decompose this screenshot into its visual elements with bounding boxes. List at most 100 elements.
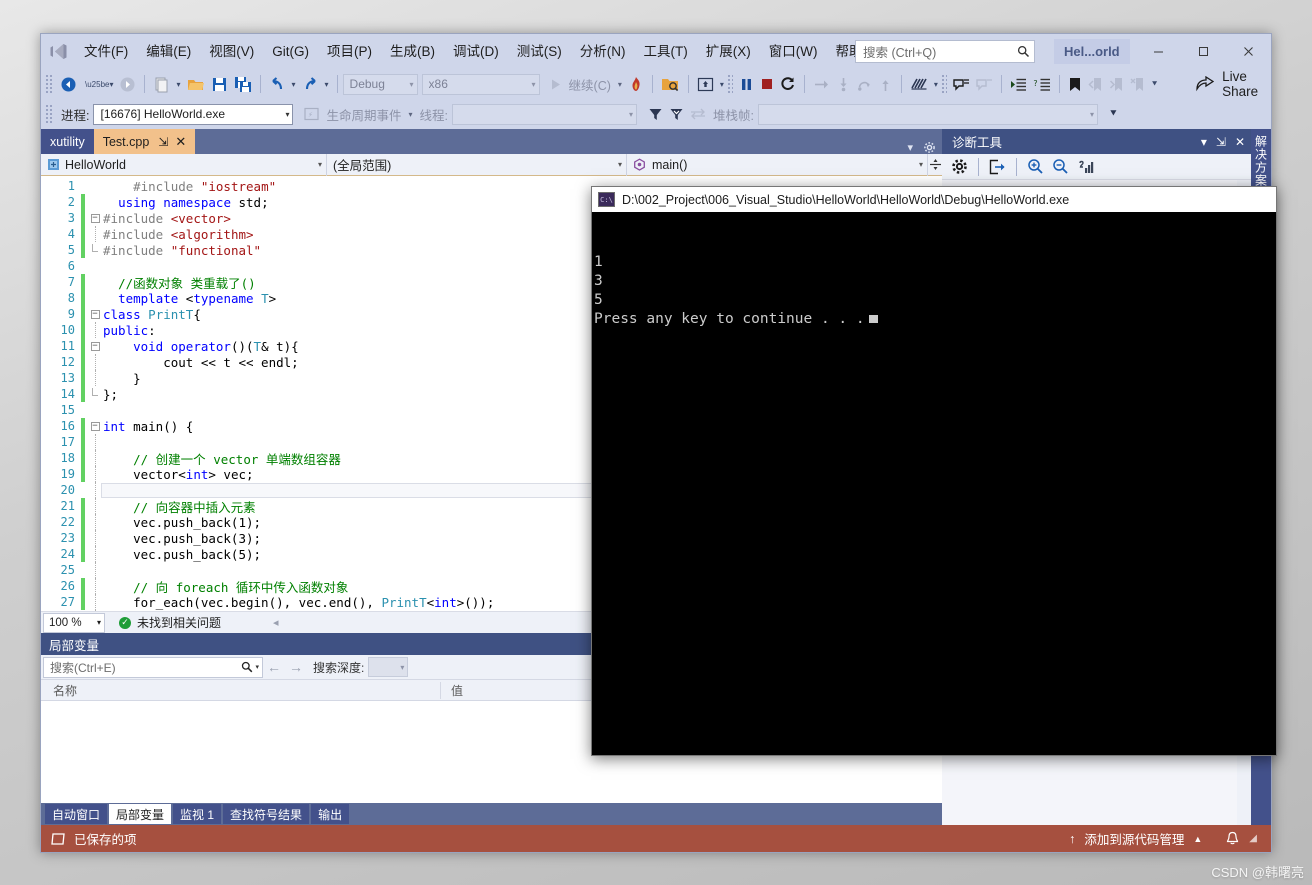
pin-icon[interactable]: ⇲ — [158, 135, 168, 149]
gear-icon[interactable] — [948, 155, 971, 179]
comment-selection-icon[interactable] — [950, 72, 973, 96]
bottom-tab-autos[interactable]: 自动窗口 — [45, 804, 107, 824]
navigate-forward-icon[interactable] — [116, 72, 139, 96]
chevron-down-icon[interactable]: ▾ — [1201, 135, 1207, 149]
pin-icon[interactable]: ⇲ — [1216, 135, 1226, 149]
menu-item-test[interactable]: 测试(S) — [508, 34, 571, 69]
menu-item-build[interactable]: 生成(B) — [381, 34, 444, 69]
fold-marker[interactable]: − — [89, 342, 101, 351]
bottom-tab-output[interactable]: 输出 — [311, 804, 349, 824]
menu-item-tools[interactable]: 工具(T) — [635, 34, 697, 69]
lifecycle-events-label[interactable]: 生命周期事件 — [322, 105, 405, 124]
zoom-in-icon[interactable] — [1024, 155, 1047, 179]
debug-toolbar-grip[interactable] — [45, 104, 54, 124]
navigate-back-icon[interactable] — [57, 72, 80, 96]
scope-combo[interactable]: (全局范围) ▾ — [327, 154, 627, 176]
save-icon[interactable] — [208, 72, 231, 96]
open-folder-icon[interactable] — [184, 72, 208, 96]
zoom-out-icon[interactable] — [1049, 155, 1072, 179]
minimize-button[interactable] — [1136, 34, 1181, 69]
flag-icon[interactable] — [645, 102, 666, 126]
undo-icon[interactable] — [266, 72, 289, 96]
navigate-back-dropdown[interactable]: \u25be▾ — [80, 72, 116, 96]
live-share-icon[interactable] — [1193, 72, 1217, 96]
menu-item-file[interactable]: 文件(F) — [75, 34, 137, 69]
chevron-down-icon[interactable]: ▾ — [255, 663, 259, 671]
export-icon[interactable] — [986, 155, 1009, 179]
menu-item-extensions[interactable]: 扩展(X) — [697, 34, 760, 69]
fold-marker[interactable]: − — [89, 214, 101, 223]
process-combo[interactable]: [16676] HelloWorld.exe ▾ — [93, 104, 293, 125]
chart-icon[interactable] — [1074, 155, 1097, 179]
diagnostics-icon[interactable] — [907, 72, 931, 96]
continue-label[interactable]: 继续(C) — [565, 75, 615, 94]
lifecycle-events-icon[interactable]: ⚡ — [301, 102, 322, 126]
stack-frame-combo[interactable]: ▾ — [758, 104, 1098, 125]
swap-threads-icon[interactable] — [687, 102, 709, 126]
resize-grip-icon[interactable]: ◢ — [1249, 833, 1257, 844]
decrease-indent-icon[interactable]: ? — [1030, 72, 1054, 96]
solution-configuration-combo[interactable]: Debug ▾ — [343, 74, 418, 95]
arrow-left-icon[interactable]: ← — [263, 659, 285, 675]
thread-combo[interactable]: ▾ — [452, 104, 637, 125]
console-window[interactable]: C:\ D:\002_Project\006_Visual_Studio\Hel… — [591, 186, 1277, 756]
step-over-icon[interactable] — [854, 72, 875, 96]
fold-marker[interactable]: − — [89, 310, 101, 319]
add-to-source-control-icon[interactable]: ↑ — [1069, 832, 1075, 846]
source-control-caret-icon[interactable]: ▲ — [1193, 834, 1202, 844]
fold-marker[interactable]: − — [89, 422, 101, 431]
step-out-icon[interactable] — [875, 72, 896, 96]
close-icon[interactable]: ✕ — [1235, 135, 1245, 149]
menu-item-debug[interactable]: 调试(D) — [444, 34, 508, 69]
project-combo[interactable]: HelloWorld ▾ — [41, 154, 327, 176]
zoom-level-combo[interactable]: 100 % ▾ — [43, 613, 105, 633]
restart-icon[interactable] — [777, 72, 799, 96]
menu-item-view[interactable]: 视图(V) — [200, 34, 263, 69]
toolbar-grip[interactable] — [45, 74, 54, 94]
pause-icon[interactable] — [736, 72, 757, 96]
bookmark-icon[interactable] — [1065, 72, 1085, 96]
chevron-down-icon[interactable]: ▾ — [907, 141, 913, 154]
menu-item-edit[interactable]: 编辑(E) — [137, 34, 200, 69]
attach-to-process-icon[interactable] — [658, 72, 683, 96]
member-combo[interactable]: main() ▾ — [627, 154, 928, 176]
undo-dropdown[interactable]: ▾ — [289, 72, 299, 96]
bottom-tab-watch1[interactable]: 监视 1 — [173, 804, 221, 824]
clear-bookmarks-icon[interactable] — [1127, 72, 1148, 96]
gear-icon[interactable] — [923, 141, 936, 154]
stop-icon[interactable] — [757, 72, 777, 96]
close-button[interactable] — [1226, 34, 1271, 69]
maximize-button[interactable] — [1181, 34, 1226, 69]
step-into-icon[interactable] — [833, 72, 854, 96]
new-item-icon[interactable] — [150, 72, 173, 96]
bell-icon[interactable] — [1225, 831, 1240, 846]
break-all-icon[interactable] — [694, 72, 717, 96]
search-depth-combo[interactable]: ▾ — [368, 657, 408, 677]
continue-button[interactable] — [546, 72, 565, 96]
save-all-icon[interactable] — [231, 72, 255, 96]
quick-launch-search[interactable]: 搜索 (Ctrl+Q) — [855, 40, 1035, 63]
redo-dropdown[interactable]: ▾ — [322, 72, 332, 96]
menu-item-window[interactable]: 窗口(W) — [760, 34, 827, 69]
split-view-icon[interactable] — [928, 158, 942, 171]
menu-item-git[interactable]: Git(G) — [263, 34, 318, 69]
arrow-right-icon[interactable]: → — [285, 659, 307, 675]
menu-item-project[interactable]: 项目(P) — [318, 34, 381, 69]
uncomment-selection-icon[interactable] — [973, 72, 996, 96]
add-to-source-control-label[interactable]: 添加到源代码管理 — [1084, 829, 1184, 848]
diagnostics-dropdown[interactable]: ▾ — [931, 72, 941, 96]
new-item-dropdown[interactable]: ▾ — [173, 72, 183, 96]
lifecycle-dropdown[interactable]: ▾ — [406, 102, 416, 126]
break-all-dropdown[interactable]: ▾ — [717, 72, 727, 96]
flag-filter-icon[interactable] — [666, 102, 687, 126]
menu-item-analyze[interactable]: 分析(N) — [571, 34, 635, 69]
solution-platform-combo[interactable]: x86 ▾ — [422, 74, 540, 95]
tab-test-cpp[interactable]: Test.cpp ⇲ ✕ — [94, 129, 196, 154]
bottom-tab-locals[interactable]: 局部变量 — [109, 804, 171, 824]
bottom-tab-find-symbol-results[interactable]: 查找符号结果 — [223, 804, 309, 824]
continue-dropdown[interactable]: ▾ — [615, 72, 625, 96]
close-icon[interactable]: ✕ — [175, 134, 186, 150]
debug-toolbar-overflow[interactable]: ⯆ — [1106, 102, 1121, 126]
show-next-statement-icon[interactable] — [810, 72, 833, 96]
increase-indent-icon[interactable] — [1007, 72, 1030, 96]
